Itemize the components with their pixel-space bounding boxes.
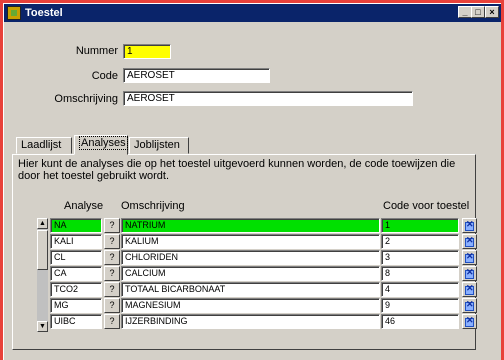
table-row: UIBC ? IJZERBINDING 46 bbox=[0, 314, 504, 330]
code-cell[interactable]: 9 bbox=[381, 298, 459, 313]
maximize-button[interactable]: □ bbox=[471, 6, 485, 18]
table-row: KALI ? KALIUM 2 bbox=[0, 234, 504, 250]
lookup-button[interactable]: ? bbox=[104, 266, 120, 281]
lookup-button[interactable]: ? bbox=[104, 282, 120, 297]
table-row: CL ? CHLORIDEN 3 bbox=[0, 250, 504, 266]
delete-row-icon[interactable] bbox=[462, 266, 477, 281]
omschrijving-label: Omschrijving bbox=[54, 93, 118, 105]
tab-analyses-label: Analyses bbox=[79, 136, 128, 150]
code-field[interactable]: AEROSET bbox=[123, 68, 270, 83]
analyse-cell[interactable]: CA bbox=[50, 266, 102, 281]
omschrijving-cell[interactable]: MAGNESIUM bbox=[121, 298, 380, 313]
lookup-button[interactable]: ? bbox=[104, 250, 120, 265]
lookup-button[interactable]: ? bbox=[104, 234, 120, 249]
table-row: NA ? NATRIUM 1 bbox=[0, 218, 504, 234]
tab-joblijsten[interactable]: Joblijsten bbox=[129, 137, 189, 154]
omschrijving-field[interactable]: AEROSET bbox=[123, 91, 413, 106]
analyse-cell[interactable]: KALI bbox=[50, 234, 102, 249]
analyse-cell[interactable]: NA bbox=[50, 218, 102, 233]
analyse-cell[interactable]: MG bbox=[50, 298, 102, 313]
col-header-omschrijving: Omschrijving bbox=[121, 200, 185, 212]
table-row: MG ? MAGNESIUM 9 bbox=[0, 298, 504, 314]
title-bar[interactable]: Toestel _ □ × bbox=[4, 4, 501, 22]
delete-row-icon[interactable] bbox=[462, 314, 477, 329]
minimize-button[interactable]: _ bbox=[458, 6, 472, 18]
code-cell[interactable]: 3 bbox=[381, 250, 459, 265]
nummer-label: Nummer bbox=[75, 45, 118, 57]
close-button[interactable]: × bbox=[485, 6, 499, 18]
window-title: Toestel bbox=[25, 7, 63, 19]
lookup-button[interactable]: ? bbox=[104, 298, 120, 313]
omschrijving-cell[interactable]: TOTAAL BICARBONAAT bbox=[121, 282, 380, 297]
delete-row-icon[interactable] bbox=[462, 282, 477, 297]
code-cell[interactable]: 2 bbox=[381, 234, 459, 249]
lookup-button[interactable]: ? bbox=[104, 218, 120, 233]
omschrijving-cell[interactable]: NATRIUM bbox=[121, 218, 380, 233]
delete-row-icon[interactable] bbox=[462, 234, 477, 249]
table-row: CA ? CALCIUM 8 bbox=[0, 266, 504, 282]
code-label: Code bbox=[91, 70, 118, 82]
code-cell[interactable]: 8 bbox=[381, 266, 459, 281]
omschrijving-cell[interactable]: CALCIUM bbox=[121, 266, 380, 281]
tab-analyses[interactable]: Analyses bbox=[74, 135, 128, 155]
col-header-analyse: Analyse bbox=[64, 200, 104, 212]
analyse-cell[interactable]: CL bbox=[50, 250, 102, 265]
col-header-code: Code voor toestel bbox=[383, 200, 470, 212]
analyse-cell[interactable]: TCO2 bbox=[50, 282, 102, 297]
analyse-cell[interactable]: UIBC bbox=[50, 314, 102, 329]
code-cell[interactable]: 1 bbox=[381, 218, 459, 233]
nummer-field[interactable]: 1 bbox=[123, 44, 171, 59]
omschrijving-cell[interactable]: IJZERBINDING bbox=[121, 314, 380, 329]
code-cell[interactable]: 46 bbox=[381, 314, 459, 329]
delete-row-icon[interactable] bbox=[462, 250, 477, 265]
delete-row-icon[interactable] bbox=[462, 218, 477, 233]
code-cell[interactable]: 4 bbox=[381, 282, 459, 297]
panel-description: Hier kunt de analyses die op het toestel… bbox=[18, 158, 456, 182]
omschrijving-cell[interactable]: CHLORIDEN bbox=[121, 250, 380, 265]
delete-row-icon[interactable] bbox=[462, 298, 477, 313]
tab-laadlijst[interactable]: Laadlijst bbox=[16, 137, 72, 154]
app-icon bbox=[7, 6, 21, 20]
table-row: TCO2 ? TOTAAL BICARBONAAT 4 bbox=[0, 282, 504, 298]
lookup-button[interactable]: ? bbox=[104, 314, 120, 329]
omschrijving-cell[interactable]: KALIUM bbox=[121, 234, 380, 249]
